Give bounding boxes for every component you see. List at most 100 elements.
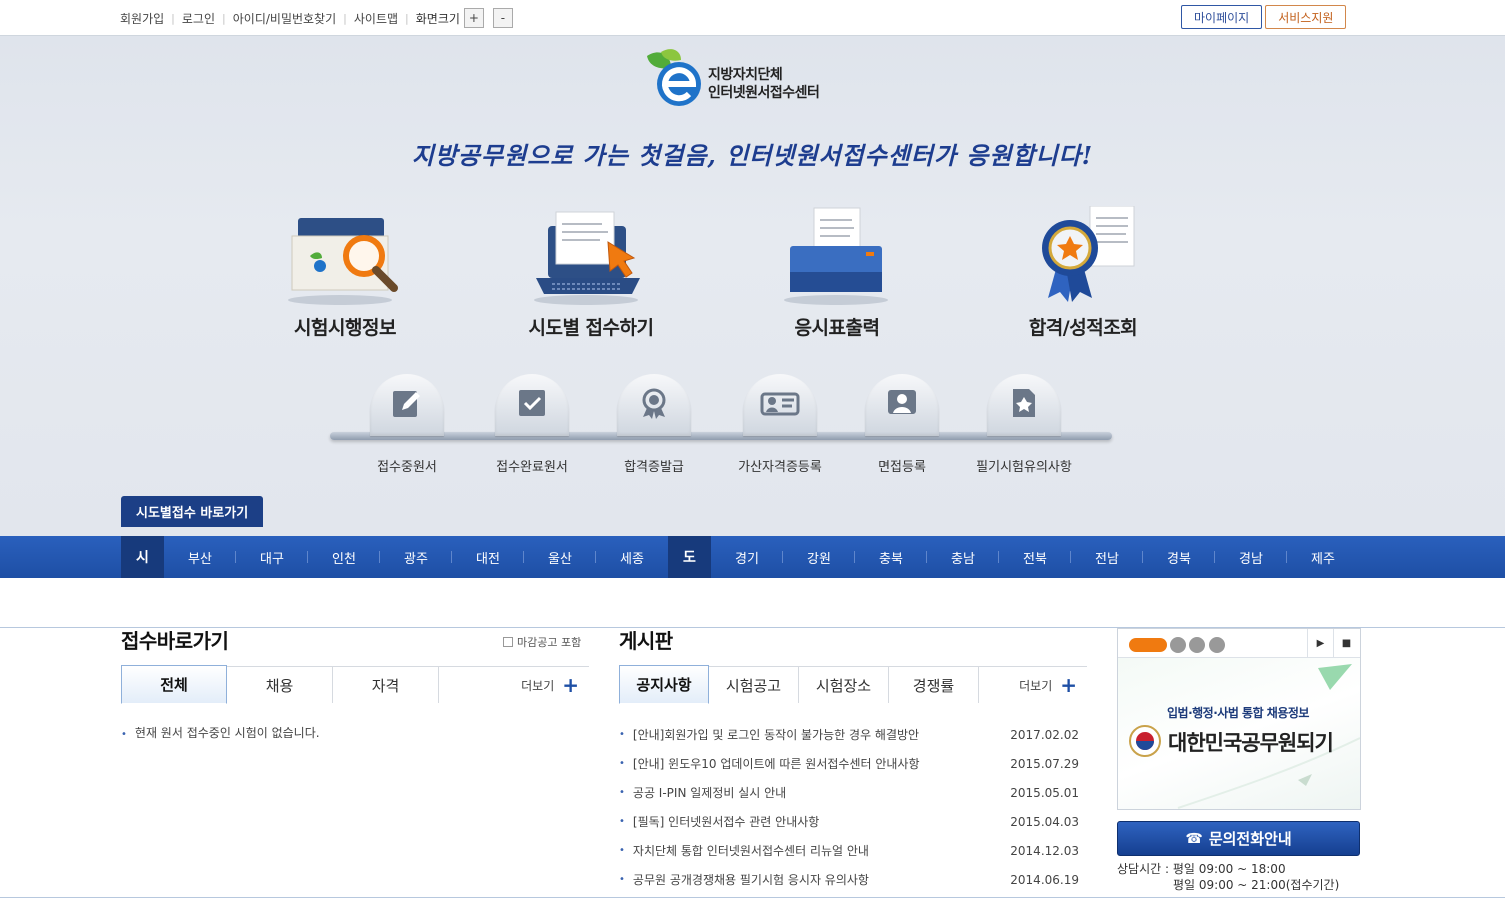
sub-menu-written-exam-notice[interactable]: 필기시험유의사항 bbox=[964, 374, 1084, 475]
include-closed-checkbox[interactable]: 마감공고 포함 bbox=[503, 634, 581, 650]
region-item[interactable]: 전남 bbox=[1071, 536, 1143, 578]
main-menu-exam-info[interactable]: 시험시행정보 bbox=[220, 206, 470, 340]
sub-menu-interview[interactable]: 면접등록 bbox=[842, 374, 962, 475]
main-menu-label: 응시표출력 bbox=[794, 317, 880, 339]
service-support-button[interactable]: 서비스지원 bbox=[1265, 5, 1347, 29]
region-item[interactable]: 충남 bbox=[927, 536, 999, 578]
zoom-out-button[interactable]: - bbox=[492, 8, 513, 28]
notice-title[interactable]: 공무원 공개경쟁채용 필기시험 응시자 유의사항 bbox=[633, 871, 1007, 888]
region-shortcut-tab[interactable]: 시도별접수 바로가기 bbox=[121, 496, 264, 527]
region-item[interactable]: 경북 bbox=[1143, 536, 1215, 578]
check-icon bbox=[519, 390, 545, 416]
notice-item[interactable]: • [안내] 윈도우10 업데이트에 따른 원서접수센터 안내사항 2015.0… bbox=[619, 749, 1079, 778]
tab-notice[interactable]: 공지사항 bbox=[619, 665, 709, 704]
sub-menu-bonus-license[interactable]: 가산자격증등록 bbox=[720, 374, 840, 475]
checkbox-box[interactable] bbox=[503, 637, 513, 647]
site-logo[interactable]: 지방자치단체 인터넷원서접수센터 bbox=[641, 46, 861, 108]
notice-title[interactable]: [안내] 윈도우10 업데이트에 따른 원서접수센터 안내사항 bbox=[633, 755, 1007, 772]
region-item[interactable]: 대구 bbox=[236, 536, 308, 578]
main-menu: 시험시행정보 시도별 접수하기 응시표출력 합격/성적조회 bbox=[220, 205, 1220, 346]
region-nav-bar: 시 부산 대구 인천 광주 대전 울산 세종 도 경기 강원 충북 충남 전북 … bbox=[0, 536, 1505, 578]
separator: | bbox=[222, 11, 226, 25]
consultation-hours: 상담시간 : 평일 09:00 ~ 18:00 평일 09:00 ~ 21:00… bbox=[1117, 861, 1339, 893]
tab-all[interactable]: 전체 bbox=[121, 665, 227, 704]
notice-title[interactable]: [필독] 인터넷원서접수 관련 안내사항 bbox=[633, 813, 1007, 830]
notice-title[interactable]: 공공 I-PIN 일제정비 실시 안내 bbox=[633, 784, 1007, 801]
board-more-link[interactable]: 더보기 + bbox=[979, 667, 1087, 703]
banner-image[interactable]: 입법·행정·사법 통합 채용정보 대한민국공무원되기 bbox=[1118, 658, 1360, 809]
notice-title[interactable]: 자치단체 통합 인터넷원서접수센터 리뉴얼 안내 bbox=[633, 842, 1007, 859]
magnifier-folder-icon bbox=[288, 218, 398, 305]
banner-subtitle: 입법·행정·사법 통합 채용정보 bbox=[1167, 706, 1309, 720]
medal-icon bbox=[642, 388, 666, 419]
sitemap-link[interactable]: 사이트맵 bbox=[354, 10, 398, 27]
region-item[interactable]: 인천 bbox=[308, 536, 380, 578]
stop-button[interactable]: ■ bbox=[1333, 629, 1359, 657]
tab-exam-venue[interactable]: 시험장소 bbox=[799, 667, 889, 703]
main-menu-apply-by-region[interactable]: 시도별 접수하기 bbox=[466, 206, 716, 340]
main-menu-print-ticket[interactable]: 응시표출력 bbox=[712, 206, 962, 340]
region-group-si: 시 bbox=[121, 536, 164, 578]
region-item[interactable]: 경기 bbox=[711, 536, 783, 578]
tab-competition-rate[interactable]: 경쟁률 bbox=[889, 667, 979, 703]
tab-exam-announcement[interactable]: 시험공고 bbox=[709, 667, 799, 703]
find-account-link[interactable]: 아이디/비밀번호찾기 bbox=[233, 10, 336, 27]
banner-indicator-active[interactable] bbox=[1129, 638, 1167, 652]
region-item[interactable]: 전북 bbox=[999, 536, 1071, 578]
main-menu-label: 시도별 접수하기 bbox=[528, 317, 654, 339]
sub-menu-completed[interactable]: 접수완료원서 bbox=[472, 374, 592, 475]
region-item[interactable]: 제주 bbox=[1287, 536, 1359, 578]
sub-menu-label: 가산자격증등록 bbox=[738, 460, 822, 475]
region-group-do: 도 bbox=[668, 536, 711, 578]
play-button[interactable]: ▶ bbox=[1307, 629, 1333, 657]
reception-empty-message: • 현재 원서 접수중인 시험이 없습니다. bbox=[121, 724, 320, 741]
main-menu-pass-result[interactable]: 합격/성적조회 bbox=[958, 205, 1208, 340]
banner-indicator[interactable] bbox=[1209, 637, 1225, 653]
region-item[interactable]: 광주 bbox=[380, 536, 452, 578]
tab-qualification[interactable]: 자격 bbox=[333, 667, 439, 703]
id-card-icon bbox=[760, 392, 800, 416]
main-menu-label: 시험시행정보 bbox=[294, 317, 396, 339]
banner-indicator[interactable] bbox=[1189, 637, 1205, 653]
notice-list: • [안내]회원가입 및 로그인 동작이 불가능한 경우 해결방안 2017.0… bbox=[619, 720, 1079, 894]
hours-line2: 평일 09:00 ~ 21:00(접수기간) bbox=[1173, 878, 1340, 892]
sub-menu-icon-holder bbox=[370, 374, 444, 436]
checkbox-label: 마감공고 포함 bbox=[517, 636, 582, 649]
contact-phone-button[interactable]: ☎ 문의전화안내 bbox=[1117, 821, 1360, 856]
region-item[interactable]: 울산 bbox=[524, 536, 596, 578]
login-link[interactable]: 로그인 bbox=[182, 10, 215, 27]
sub-menu-icon-holder bbox=[617, 374, 691, 436]
notice-date: 2014.12.03 bbox=[1010, 843, 1079, 858]
region-item[interactable]: 대전 bbox=[452, 536, 524, 578]
zoom-in-button[interactable]: + bbox=[463, 8, 484, 28]
region-item[interactable]: 부산 bbox=[164, 536, 236, 578]
sub-menu-in-progress[interactable]: 접수중원서 bbox=[347, 374, 467, 475]
sub-menu-certificate[interactable]: 합격증발급 bbox=[594, 374, 714, 475]
notice-title[interactable]: [안내]회원가입 및 로그인 동작이 불가능한 경우 해결방안 bbox=[633, 726, 1007, 743]
mypage-button[interactable]: 마이페이지 bbox=[1181, 5, 1263, 29]
region-item[interactable]: 강원 bbox=[783, 536, 855, 578]
notice-item[interactable]: • [필독] 인터넷원서접수 관련 안내사항 2015.04.03 bbox=[619, 807, 1079, 836]
region-item[interactable]: 충북 bbox=[855, 536, 927, 578]
region-item[interactable]: 경남 bbox=[1215, 536, 1287, 578]
tab-recruit[interactable]: 채용 bbox=[227, 667, 333, 703]
banner-controls: ▶ ■ bbox=[1118, 629, 1360, 658]
pencil-icon bbox=[393, 391, 420, 417]
separator: | bbox=[405, 11, 409, 25]
government-emblem-icon bbox=[1129, 725, 1161, 757]
signup-link[interactable]: 회원가입 bbox=[120, 10, 164, 27]
notice-item[interactable]: • 자치단체 통합 인터넷원서접수센터 리뉴얼 안내 2014.12.03 bbox=[619, 836, 1079, 865]
sub-menu-label: 필기시험유의사항 bbox=[976, 460, 1072, 475]
plus-icon: + bbox=[562, 673, 579, 697]
notice-item[interactable]: • [안내]회원가입 및 로그인 동작이 불가능한 경우 해결방안 2017.0… bbox=[619, 720, 1079, 749]
sub-menu-icon-holder bbox=[987, 374, 1061, 436]
notice-item[interactable]: • 공공 I-PIN 일제정비 실시 안내 2015.05.01 bbox=[619, 778, 1079, 807]
notice-date: 2015.07.29 bbox=[1010, 756, 1079, 771]
region-item[interactable]: 세종 bbox=[596, 536, 668, 578]
sub-menu-icon-holder bbox=[743, 374, 817, 436]
reception-more-link[interactable]: 더보기 + bbox=[439, 667, 589, 703]
banner-indicator[interactable] bbox=[1170, 637, 1186, 653]
slogan: 지방공무원으로 가는 첫걸음, 인터넷원서접수센터가 응원합니다! bbox=[411, 141, 1094, 170]
plus-icon: + bbox=[1060, 673, 1077, 697]
notice-item[interactable]: • 공무원 공개경쟁채용 필기시험 응시자 유의사항 2014.06.19 bbox=[619, 865, 1079, 894]
